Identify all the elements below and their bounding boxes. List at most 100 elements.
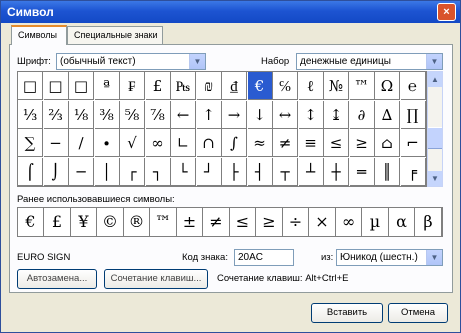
symbol-cell[interactable]: £ [145,72,171,100]
symbol-cell[interactable]: ⅓ [18,100,43,129]
symbol-cell[interactable]: ₪ [196,72,222,100]
recent-symbol-cell[interactable]: ÷ [283,208,309,236]
symbol-cell[interactable]: ⅞ [145,100,171,129]
symbol-cell[interactable]: ℓ [298,72,324,100]
cancel-button[interactable]: Отмена [388,303,448,323]
scroll-up-icon[interactable]: ▲ [428,72,442,87]
symbol-cell[interactable]: ⌂ [375,129,400,157]
symbol-cell[interactable]: → [222,100,247,129]
chevron-down-icon[interactable]: ▼ [189,54,205,69]
symbol-cell[interactable]: ↑ [196,100,222,129]
symbol-cell[interactable]: □ [69,72,94,100]
font-select[interactable]: (обычный текст) ▼ [56,53,206,70]
symbol-cell[interactable]: ↓ [247,100,273,129]
recent-symbol-cell[interactable]: ¥ [71,208,97,236]
symbol-cell[interactable]: ═ [349,157,375,186]
symbol-cell[interactable]: ∩ [196,129,222,157]
symbol-cell[interactable]: ™ [349,72,375,100]
symbol-cell[interactable]: └ [171,157,196,186]
recent-symbol-cell[interactable]: ® [124,208,150,236]
symbol-cell[interactable]: ₧ [171,72,196,100]
recent-symbol-cell[interactable]: ∞ [336,208,362,236]
symbol-cell[interactable]: ∂ [349,100,375,129]
symbol-cell[interactable]: ┴ [298,157,324,186]
symbol-cell[interactable]: ⅝ [120,100,145,129]
symbol-cell[interactable]: ∕ [69,129,94,157]
recent-symbol-cell[interactable]: ™ [151,208,177,236]
symbol-cell[interactable]: □ [18,72,43,100]
symbol-cell[interactable]: ┼ [324,157,349,186]
symbol-cell[interactable]: ← [171,100,196,129]
recent-symbol-cell[interactable]: ≤ [230,208,256,236]
symbol-cell[interactable]: ├ [222,157,247,186]
from-select[interactable]: Юникод (шестн.) ▼ [336,249,443,266]
symbol-cell[interactable]: ┤ [247,157,273,186]
symbol-cell[interactable]: ≈ [247,129,273,157]
symbol-cell[interactable]: ≡ [298,129,324,157]
symbol-cell[interactable]: ₫ [222,72,247,100]
recent-symbol-cell[interactable]: α [389,208,415,236]
symbol-cell[interactable]: ≥ [349,129,375,157]
recent-symbol-cell[interactable]: × [310,208,336,236]
symbol-cell[interactable]: ∏ [400,100,426,129]
symbol-cell[interactable]: ∫ [222,129,247,157]
symbol-cell[interactable]: ℅ [273,72,298,100]
symbol-cell[interactable]: ⅛ [69,100,94,129]
autocorrect-button[interactable]: Автозамена... [17,269,97,289]
symbol-cell[interactable]: − [43,129,69,157]
symbol-cell[interactable]: ⅔ [43,100,69,129]
scroll-down-icon[interactable]: ▼ [428,171,442,186]
recent-symbol-cell[interactable]: € [18,208,44,236]
recent-symbol-cell[interactable]: µ [363,208,389,236]
symbol-cell[interactable]: ª [94,72,120,100]
font-select-value: (обычный текст) [60,56,136,67]
symbol-cell[interactable]: ║ [375,157,400,186]
symbol-cell[interactable]: ↕ [298,100,324,129]
character-code-field[interactable]: 20AC [234,249,294,266]
symbol-cell[interactable]: ∞ [145,129,171,157]
symbol-cell[interactable]: Ω [375,72,400,100]
recent-symbol-cell[interactable]: © [98,208,124,236]
symbol-cell[interactable]: │ [94,157,120,186]
symbol-cell[interactable]: № [324,72,349,100]
symbol-cell[interactable]: ⌠ [18,157,43,186]
symbol-cell[interactable]: ≠ [273,129,298,157]
symbol-cell[interactable]: ⌐ [400,129,426,157]
close-button[interactable]: × [437,3,456,21]
symbol-cell[interactable]: ∙ [94,129,120,157]
symbol-cell[interactable]: ⌡ [43,157,69,186]
symbol-cell[interactable]: ┬ [273,157,298,186]
recent-symbol-cell[interactable]: β [416,208,442,236]
symbol-cell[interactable]: ≤ [324,129,349,157]
symbol-cell[interactable]: ∑ [18,129,43,157]
symbol-cell[interactable]: ╒ [400,157,426,186]
insert-button[interactable]: Вставить [311,303,383,323]
symbol-cell[interactable]: ∆ [375,100,400,129]
tab-symbols[interactable]: Символы [11,25,67,45]
chevron-down-icon[interactable]: ▼ [426,54,442,69]
recent-symbol-cell[interactable]: ± [177,208,203,236]
symbol-cell[interactable]: € [247,72,273,100]
symbol-cell[interactable]: ┐ [145,157,171,186]
symbol-cell[interactable]: ₣ [120,72,145,100]
symbol-cell[interactable]: ↔ [273,100,298,129]
scrollbar[interactable]: ▲ ▼ [427,71,443,187]
symbol-cell[interactable]: ┘ [196,157,222,186]
symbol-cell[interactable]: ∟ [171,129,196,157]
recent-symbol-cell[interactable]: ≥ [257,208,283,236]
tab-special-characters[interactable]: Специальные знаки [67,26,163,44]
symbol-cell[interactable]: ┌ [120,157,145,186]
symbol-cell[interactable]: ⅜ [94,100,120,129]
symbol-cell[interactable]: □ [43,72,69,100]
shortcut-key-button[interactable]: Сочетание клавиш... [104,269,208,289]
symbol-cell[interactable]: ℮ [400,72,426,100]
recent-symbol-cell[interactable]: ≠ [204,208,230,236]
symbol-cell[interactable]: ↨ [324,100,349,129]
chevron-down-icon[interactable]: ▼ [426,250,442,265]
title-bar[interactable]: Символ × [1,1,460,23]
recent-symbol-cell[interactable]: £ [45,208,71,236]
scroll-thumb[interactable] [428,127,442,149]
symbol-cell[interactable]: ─ [69,157,94,186]
subset-select[interactable]: денежные единицы ▼ [296,53,443,70]
symbol-cell[interactable]: √ [120,129,145,157]
